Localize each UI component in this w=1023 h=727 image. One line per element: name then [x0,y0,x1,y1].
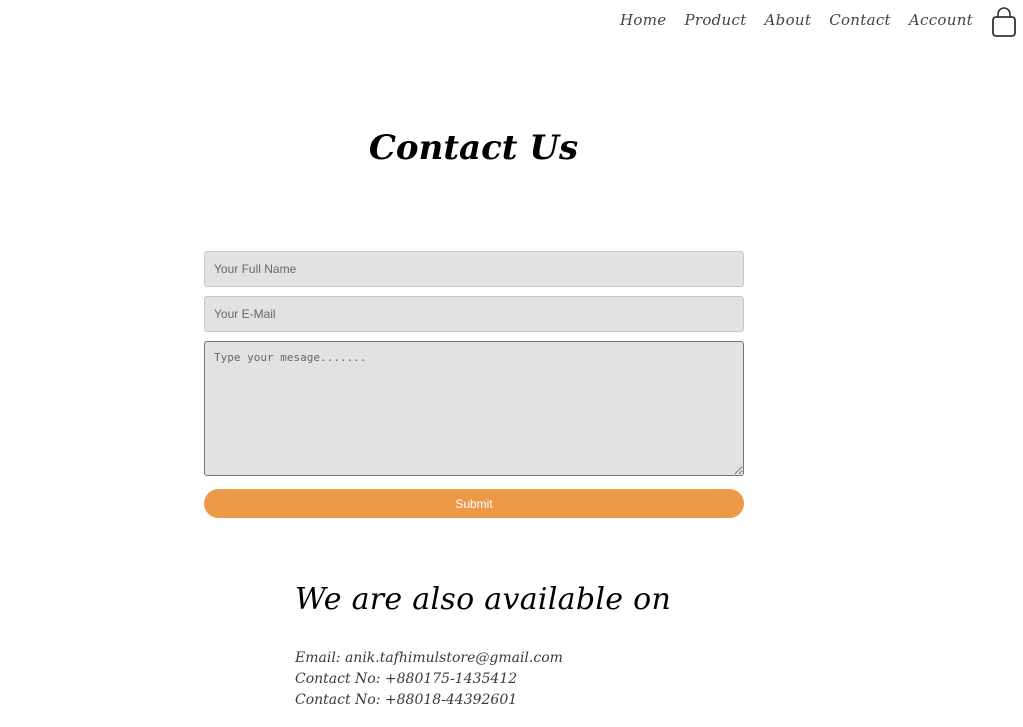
contact-form: Submit [204,251,744,518]
message-textarea[interactable] [204,341,744,476]
submit-button[interactable]: Submit [204,489,744,518]
top-navigation: Home Product About Contact Account [602,0,1023,40]
nav-contact-link[interactable]: Contact [829,11,891,29]
page-title: Contact Us [368,128,579,168]
email-input[interactable] [204,296,744,332]
contact-phone-line-2: Contact No: +88018-44392601 [295,692,518,708]
nav-account-link[interactable]: Account [909,11,973,29]
nav-about-link[interactable]: About [765,11,812,29]
contact-details: Email: anik.tafhimulstore@gmail.com Cont… [295,648,563,711]
contact-phone-line-1: Contact No: +880175-1435412 [295,671,518,687]
availability-heading: We are also available on [295,582,672,617]
full-name-input[interactable] [204,251,744,287]
nav-product-link[interactable]: Product [684,11,746,29]
contact-email-line: Email: anik.tafhimulstore@gmail.com [295,650,563,666]
nav-home-link[interactable]: Home [620,11,666,29]
shopping-bag-icon[interactable] [991,7,1017,37]
